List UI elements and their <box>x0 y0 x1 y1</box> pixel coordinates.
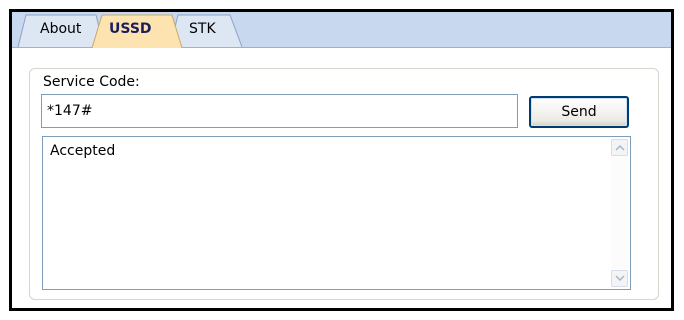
tab-ussd-label: USSD <box>109 21 152 37</box>
chevron-up-icon <box>615 144 625 151</box>
tab-ussd[interactable]: USSD <box>98 15 176 47</box>
response-textarea[interactable]: Accepted <box>42 136 631 290</box>
tab-bar: About USSD STK <box>12 12 671 48</box>
tab-about-label: About <box>40 21 82 37</box>
service-code-label: Service Code: <box>43 74 140 90</box>
response-text: Accepted <box>50 143 116 159</box>
app-window: About USSD STK Service Code: Send Accept… <box>9 9 674 311</box>
chevron-down-icon <box>615 275 625 282</box>
scroll-up-button[interactable] <box>611 139 628 156</box>
vertical-scrollbar[interactable] <box>611 139 628 287</box>
send-button[interactable]: Send <box>529 96 629 128</box>
scroll-down-button[interactable] <box>611 270 628 287</box>
tab-stk[interactable]: STK <box>176 15 236 47</box>
tab-about[interactable]: About <box>22 15 98 47</box>
service-code-input[interactable] <box>41 94 518 128</box>
tab-stk-label: STK <box>189 21 216 37</box>
